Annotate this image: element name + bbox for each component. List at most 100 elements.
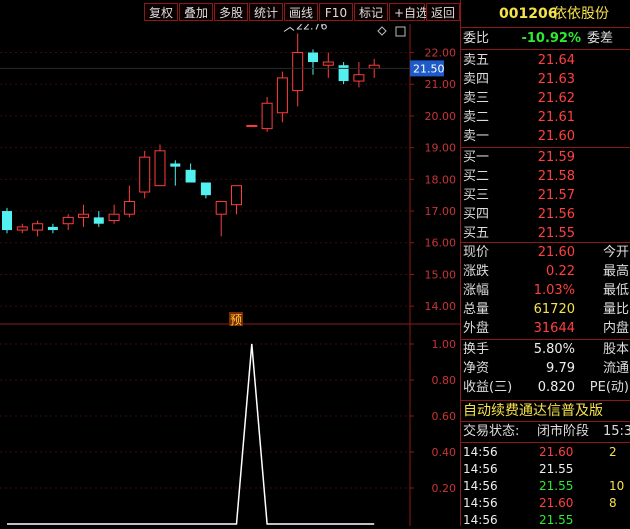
candle-down (47, 226, 58, 231)
stat-value: 31644 (533, 321, 575, 336)
chart-svg: 22.00 21.00 20.00 19.00 18.00 17.00 16.00 15.00… (0, 24, 460, 526)
tick-price: 21.60 (539, 445, 574, 459)
bid-row[interactable]: 买二 21.58 (463, 167, 629, 187)
f10-button[interactable]: F10 (319, 3, 353, 21)
candle-up (16, 226, 28, 231)
ask-label: 卖五 (463, 53, 490, 68)
ask-price: 21.61 (537, 110, 575, 125)
indicator-line (7, 343, 375, 525)
candle-up (78, 213, 89, 218)
stat-label: 现价 (463, 245, 490, 260)
candle-up (353, 74, 365, 82)
ask-row[interactable]: 卖三 21.62 (463, 89, 629, 109)
tick-row: 14:56 21.60 2 (463, 443, 630, 461)
tick-row: 14:56 21.55 (463, 511, 630, 529)
bid-label: 买二 (463, 169, 490, 184)
ask-label: 卖四 (463, 72, 490, 87)
diamond-icon (377, 26, 387, 36)
bid-row[interactable]: 买五 21.55 (463, 224, 629, 244)
stat-value: 0.22 (546, 264, 575, 279)
stat-label-2: 今开 (602, 245, 629, 260)
fundamental-label: 净资 (463, 361, 490, 376)
ask-price: 21.60 (537, 129, 575, 144)
ask-row[interactable]: 卖五 21.64 (463, 51, 629, 71)
candle-up (215, 201, 227, 215)
candle-up (261, 102, 273, 130)
stat-value: 1.03% (533, 283, 575, 298)
fundamental-row: 收益(三) 0.820 PE(动) (463, 378, 629, 398)
divider (461, 49, 630, 50)
divider (461, 27, 630, 28)
candle-up (123, 201, 135, 215)
overlay-button[interactable]: 叠加 (179, 3, 213, 21)
stat-row: 总量 61720 量比 (463, 300, 629, 320)
candle-up (231, 185, 242, 206)
candle-up (246, 124, 258, 127)
trade-status-label: 交易状态: (463, 424, 520, 439)
tick-price: 21.60 (539, 496, 574, 510)
fundamental-label: 换手 (463, 342, 490, 357)
bid-price: 21.57 (537, 188, 575, 203)
chart-area[interactable]: 22.00 21.00 20.00 19.00 18.00 17.00 16.00 15.00… (0, 24, 460, 526)
stat-row: 现价 21.60 今开 (463, 243, 629, 263)
statistics-button[interactable]: 统计 (249, 3, 283, 21)
candle-down (170, 163, 181, 167)
fuquan-button[interactable]: 复权 (144, 3, 178, 21)
current-price-label: 21.50 (413, 62, 445, 75)
bid-price: 21.55 (537, 226, 575, 241)
bid-label: 买一 (463, 150, 490, 165)
price-tick-label: 21.00 (425, 78, 457, 91)
fundamental-row: 净资 9.79 流通 (463, 359, 629, 379)
tick-time: 14:56 (463, 513, 498, 527)
trade-status-time: 15:3 (603, 424, 630, 439)
promo-text[interactable]: 自动续费通达信普及版 (463, 401, 603, 421)
weibi-label: 委比 (463, 31, 490, 46)
ask-price: 21.63 (537, 72, 575, 87)
tick-price: 21.55 (539, 479, 574, 493)
bid-row[interactable]: 买四 21.56 (463, 205, 629, 225)
multi-stock-button[interactable]: 多股 (214, 3, 248, 21)
stock-name: 依依股份 (553, 6, 609, 22)
bid-row[interactable]: 买一 21.59 (463, 148, 629, 168)
tick-row: 14:56 21.55 (463, 460, 630, 478)
ask-label: 卖三 (463, 91, 490, 106)
fundamental-value: 9.79 (546, 361, 575, 376)
add-watchlist-button[interactable]: +自选 (389, 3, 428, 21)
indicator-tick-label: 0.60 (432, 410, 457, 423)
price-tick-label: 15.00 (425, 268, 457, 281)
ask-price: 21.64 (537, 53, 575, 68)
quote-panel: 001206 依依股份 委比 -10.92% 委差 卖五 21.64 卖四 21.63… (460, 0, 630, 529)
stat-row: 涨幅 1.03% 最低 (463, 281, 629, 301)
high-marker (283, 26, 295, 32)
price-tick-label: 18.00 (425, 173, 457, 186)
window-toggle-icon (395, 26, 406, 37)
stat-label: 涨跌 (463, 264, 490, 279)
ask-label: 卖二 (463, 110, 490, 125)
trade-status-value: 闭市阶段 (537, 424, 590, 439)
ask-row[interactable]: 卖一 21.60 (463, 127, 629, 147)
bid-row[interactable]: 买三 21.57 (463, 186, 629, 206)
indicator-tick-label: 0.20 (432, 482, 457, 495)
stat-label-2: 量比 (602, 302, 629, 317)
indicator-tick-label: 0.40 (432, 446, 457, 459)
tick-time: 14:56 (463, 462, 498, 476)
draw-line-button[interactable]: 画线 (284, 3, 318, 21)
indicator-tick-label: 0.80 (432, 374, 457, 387)
stock-header: 001206 依依股份 (463, 4, 629, 26)
fundamental-row: 换手 5.80% 股本 (463, 340, 629, 360)
candle-up (139, 156, 151, 193)
bid-label: 买四 (463, 207, 490, 222)
back-button[interactable]: 返回 (426, 3, 460, 21)
price-tick-label: 14.00 (425, 300, 457, 313)
stat-label: 外盘 (463, 321, 490, 336)
ask-row[interactable]: 卖四 21.63 (463, 70, 629, 90)
tick-time: 14:56 (463, 445, 498, 459)
high-annotation: 22.76 (296, 24, 328, 33)
chart-toolbar: 复权 叠加 多股 统计 画线 F10 标记 +自选 返回 (0, 0, 460, 24)
stat-label-2: 内盘 (602, 321, 629, 336)
ask-row[interactable]: 卖二 21.61 (463, 108, 629, 128)
candle-down (2, 211, 12, 231)
promo-banner[interactable]: 自动续费通达信普及版 (463, 401, 629, 421)
mark-button[interactable]: 标记 (354, 3, 388, 21)
tick-volume: 2 (609, 445, 617, 459)
